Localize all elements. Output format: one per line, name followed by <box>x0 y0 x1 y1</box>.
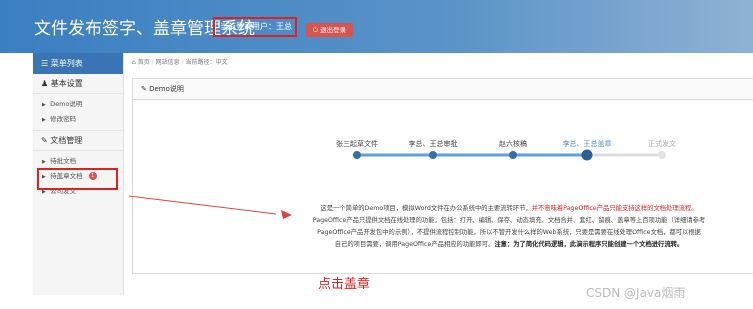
desc-line: 这是一个简单的Demo项目，模拟Word文件在办公系统中的主要流转环节，并不意味… <box>320 205 698 212</box>
step-dot <box>509 151 517 159</box>
step-dot <box>353 151 361 159</box>
watermark: CSDN @Java烟雨 <box>586 286 686 300</box>
progress-track-svg <box>128 153 662 219</box>
step-dot <box>658 151 666 159</box>
step-label: 李总、王总盖章 <box>562 140 612 148</box>
annotation-arrow-line <box>128 195 277 215</box>
desc-line: PageOffice产品开发包中的示例），不提供流程控制功能，所以不管开发什么样… <box>317 229 701 236</box>
desc-line: PageOffice产品只提供文档在线处理的功能，包括：打开、编辑、保存、动态填… <box>312 217 706 224</box>
step-label: 正式发文 <box>648 140 676 148</box>
step-label: 张三起草文件 <box>336 140 378 148</box>
step-dot <box>581 149 593 161</box>
annotation-arrow-head <box>281 210 292 219</box>
step-dot <box>429 151 437 159</box>
step-label: 赵六核稿 <box>499 140 527 148</box>
desc-line: 自己的项目需要，调用PageOffice产品相应的功能即可。注意：为了简化代码逻… <box>334 241 684 248</box>
annotation-text: 点击盖章 <box>318 277 371 292</box>
step-label: 李总、王总审批 <box>408 140 458 148</box>
demo-description: 这是一个简单的Demo项目，模拟Word文件在办公系统中的主要流转环节，并不意味… <box>294 203 724 251</box>
